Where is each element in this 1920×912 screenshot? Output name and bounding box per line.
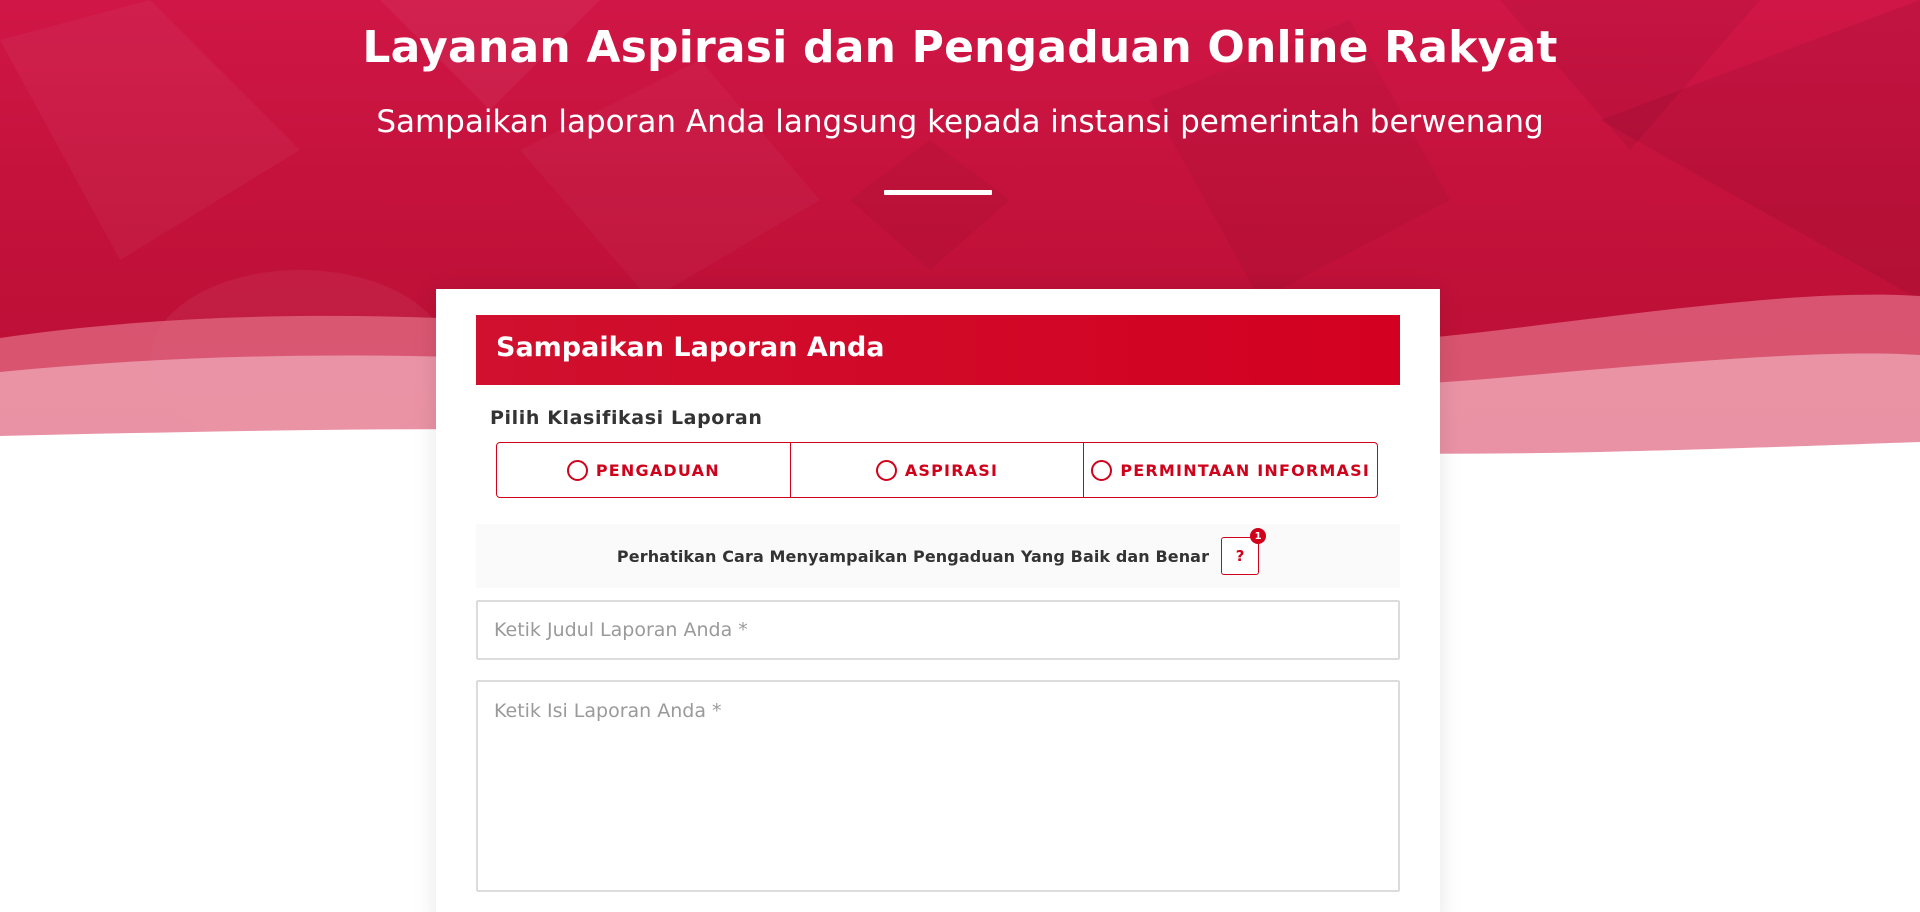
classification-radio-group: PENGADUAN ASPIRASI PERMINTAAN INFORMASI bbox=[496, 442, 1378, 498]
question-mark-icon: ? bbox=[1235, 547, 1245, 565]
report-form-card: Sampaikan Laporan Anda Pilih Klasifikasi… bbox=[436, 289, 1440, 912]
page: Layanan Aspirasi dan Pengaduan Online Ra… bbox=[0, 0, 1920, 912]
help-button[interactable]: ? 1 bbox=[1221, 528, 1267, 575]
classification-label: Pilih Klasifikasi Laporan bbox=[490, 407, 763, 429]
guidance-notice-text: Perhatikan Cara Menyampaikan Pengaduan Y… bbox=[616, 546, 1210, 566]
classification-option-aspirasi[interactable]: ASPIRASI bbox=[789, 443, 1084, 497]
classification-option-label: PERMINTAAN INFORMASI bbox=[1120, 460, 1370, 480]
hero-title: Layanan Aspirasi dan Pengaduan Online Ra… bbox=[362, 22, 1558, 73]
hero-divider bbox=[884, 190, 992, 195]
form-header: Sampaikan Laporan Anda bbox=[476, 315, 1400, 385]
classification-option-pengaduan[interactable]: PENGADUAN bbox=[497, 443, 790, 497]
report-title-input[interactable] bbox=[476, 600, 1400, 660]
classification-option-permintaan-informasi[interactable]: PERMINTAAN INFORMASI bbox=[1083, 443, 1377, 497]
guidance-notice: Perhatikan Cara Menyampaikan Pengaduan Y… bbox=[476, 524, 1400, 588]
classification-option-label: PENGADUAN bbox=[595, 460, 720, 480]
radio-unchecked-icon[interactable] bbox=[1091, 459, 1113, 481]
radio-unchecked-icon[interactable] bbox=[566, 459, 588, 481]
radio-unchecked-icon[interactable] bbox=[875, 459, 897, 481]
hero-subtitle: Sampaikan laporan Anda langsung kepada i… bbox=[376, 104, 1544, 140]
report-body-textarea[interactable] bbox=[476, 680, 1400, 892]
classification-option-label: ASPIRASI bbox=[904, 460, 999, 480]
notification-badge: 1 bbox=[1250, 528, 1267, 544]
